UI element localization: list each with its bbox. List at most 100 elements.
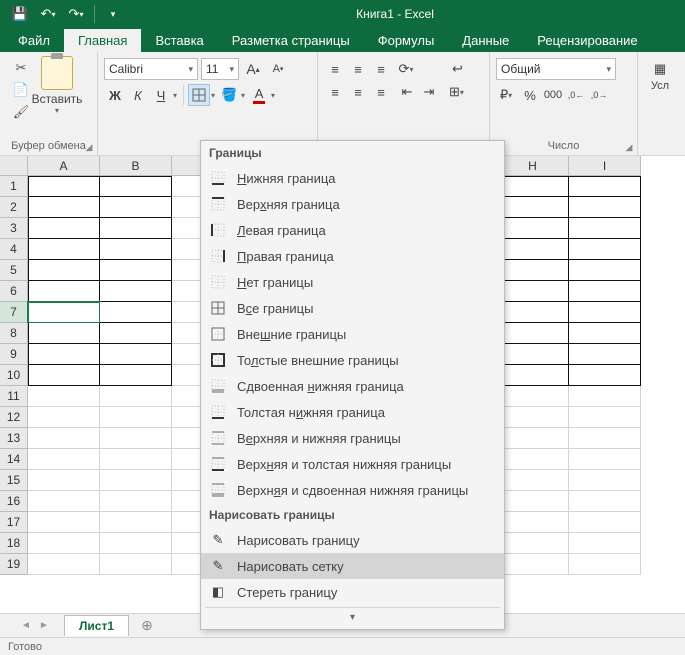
cell[interactable] — [28, 281, 100, 302]
tab-data[interactable]: Данные — [448, 29, 523, 52]
cell[interactable] — [569, 512, 641, 533]
borders-dropdown[interactable]: ▾ — [209, 91, 217, 100]
tab-formulas[interactable]: Формулы — [364, 29, 449, 52]
cell[interactable] — [100, 554, 172, 575]
cell[interactable] — [100, 533, 172, 554]
decrease-decimal[interactable]: ,0→ — [588, 84, 610, 106]
cell[interactable] — [569, 428, 641, 449]
cell[interactable] — [28, 323, 100, 344]
cell[interactable] — [497, 554, 569, 575]
cell[interactable] — [569, 218, 641, 239]
cell[interactable] — [100, 365, 172, 386]
cell[interactable] — [569, 281, 641, 302]
cell[interactable] — [569, 260, 641, 281]
cell[interactable] — [569, 407, 641, 428]
select-all-corner[interactable] — [0, 156, 28, 176]
tab-file[interactable]: Файл — [4, 29, 64, 52]
cell[interactable] — [100, 323, 172, 344]
number-launcher[interactable]: ◢ — [623, 141, 635, 153]
cell[interactable] — [100, 302, 172, 323]
sheet-nav-prev[interactable]: ◄ — [18, 618, 34, 634]
row-header[interactable]: 12 — [0, 407, 28, 428]
cell[interactable] — [569, 239, 641, 260]
decrease-font-button[interactable]: A▾ — [267, 58, 289, 80]
row-header[interactable]: 11 — [0, 386, 28, 407]
cell[interactable] — [100, 470, 172, 491]
underline-button[interactable]: Ч — [150, 84, 172, 106]
row-header[interactable]: 18 — [0, 533, 28, 554]
tab-page-layout[interactable]: Разметка страницы — [218, 29, 364, 52]
cell[interactable] — [569, 176, 641, 197]
row-header[interactable]: 8 — [0, 323, 28, 344]
row-header[interactable]: 13 — [0, 428, 28, 449]
underline-dropdown[interactable]: ▾ — [171, 91, 179, 100]
cell[interactable] — [569, 344, 641, 365]
cell[interactable] — [28, 554, 100, 575]
border-option[interactable]: Левая граница — [201, 217, 504, 243]
border-option[interactable]: Верхняя и толстая нижняя границы — [201, 451, 504, 477]
cell[interactable] — [28, 260, 100, 281]
font-color-dropdown[interactable]: ▾ — [269, 91, 277, 100]
cell[interactable] — [100, 260, 172, 281]
cell[interactable] — [497, 428, 569, 449]
row-header[interactable]: 3 — [0, 218, 28, 239]
border-option[interactable]: Все границы — [201, 295, 504, 321]
row-header[interactable]: 7 — [0, 302, 28, 323]
paste-button[interactable]: Вставить ▾ — [34, 54, 80, 138]
cell[interactable] — [28, 302, 100, 323]
align-left[interactable]: ≡ — [324, 81, 346, 103]
cell[interactable] — [28, 491, 100, 512]
draw-border-option[interactable]: ◧Стереть границу — [201, 579, 504, 605]
italic-button[interactable]: К — [127, 84, 149, 106]
cell[interactable] — [28, 449, 100, 470]
sheet-tab[interactable]: Лист1 — [64, 615, 129, 636]
border-option[interactable]: Верхняя и сдвоенная нижняя границы — [201, 477, 504, 503]
sheet-nav-next[interactable]: ► — [36, 618, 52, 634]
cell[interactable] — [497, 239, 569, 260]
cell[interactable] — [28, 386, 100, 407]
cell[interactable] — [100, 197, 172, 218]
row-header[interactable]: 16 — [0, 491, 28, 512]
cell[interactable] — [569, 470, 641, 491]
cell[interactable] — [28, 512, 100, 533]
row-header[interactable]: 19 — [0, 554, 28, 575]
cell[interactable] — [28, 239, 100, 260]
row-header[interactable]: 5 — [0, 260, 28, 281]
cell[interactable] — [497, 407, 569, 428]
clipboard-launcher[interactable]: ◢ — [83, 141, 95, 153]
cell[interactable] — [569, 197, 641, 218]
currency-button[interactable]: ₽▾ — [496, 84, 518, 106]
column-header[interactable]: A — [28, 156, 100, 176]
cell[interactable] — [569, 491, 641, 512]
border-option[interactable]: Нет границы — [201, 269, 504, 295]
row-header[interactable]: 15 — [0, 470, 28, 491]
align-top[interactable]: ≡ — [324, 58, 346, 80]
conditional-formatting[interactable]: ▦ — [649, 58, 671, 80]
cell[interactable] — [497, 386, 569, 407]
bold-button[interactable]: Ж — [104, 84, 126, 106]
cell[interactable] — [497, 260, 569, 281]
align-right[interactable]: ≡ — [370, 81, 392, 103]
border-option[interactable]: Толстая нижняя граница — [201, 399, 504, 425]
cell[interactable] — [100, 428, 172, 449]
cell[interactable] — [100, 512, 172, 533]
row-header[interactable]: 4 — [0, 239, 28, 260]
border-option[interactable]: Правая граница — [201, 243, 504, 269]
undo-button[interactable]: ↶▾ — [36, 3, 60, 25]
cell[interactable] — [569, 554, 641, 575]
cell[interactable] — [28, 218, 100, 239]
cell[interactable] — [497, 197, 569, 218]
cell[interactable] — [497, 218, 569, 239]
align-center[interactable]: ≡ — [347, 81, 369, 103]
cell[interactable] — [100, 449, 172, 470]
cell[interactable] — [497, 365, 569, 386]
cell[interactable] — [28, 176, 100, 197]
cell[interactable] — [569, 323, 641, 344]
cell[interactable] — [569, 449, 641, 470]
number-format-combo[interactable]: Общий▾ — [496, 58, 616, 80]
font-color-button[interactable]: A — [248, 84, 270, 106]
cell[interactable] — [28, 470, 100, 491]
row-header[interactable]: 2 — [0, 197, 28, 218]
border-option[interactable]: Верхняя и нижняя границы — [201, 425, 504, 451]
cell[interactable] — [100, 218, 172, 239]
